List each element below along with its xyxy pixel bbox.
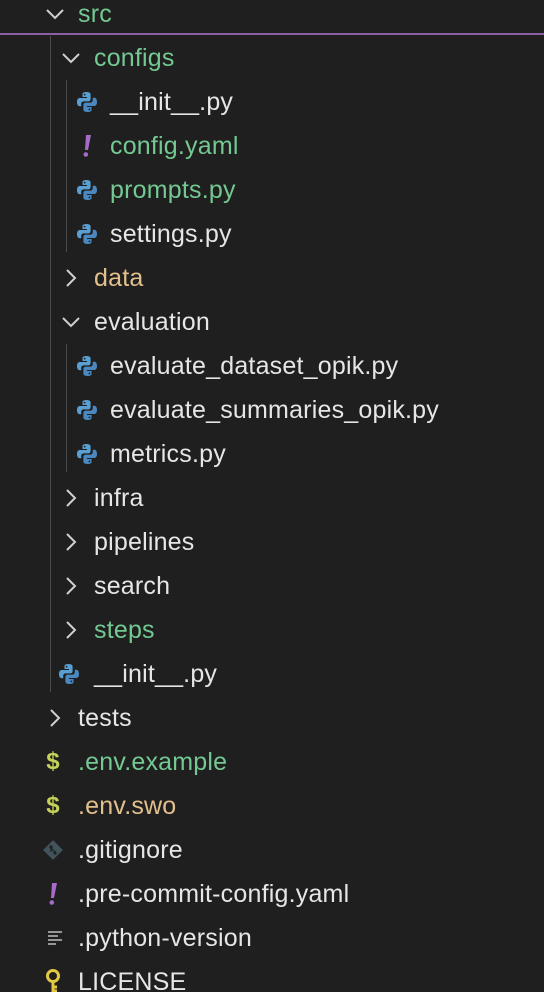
dollar-icon: $ bbox=[46, 792, 60, 819]
python-icon bbox=[74, 438, 100, 470]
chevron-right-icon bbox=[58, 614, 84, 646]
chevron-right-icon bbox=[58, 526, 84, 558]
tree-label: .pre-commit-config.yaml bbox=[78, 879, 350, 908]
tree-file-src-init[interactable]: __init__.py bbox=[0, 652, 544, 696]
tree-label: steps bbox=[94, 615, 155, 644]
tree-label: pipelines bbox=[94, 527, 195, 556]
chevron-right-icon bbox=[58, 570, 84, 602]
tree-folder-pipelines[interactable]: pipelines bbox=[0, 520, 544, 564]
chevron-down-icon bbox=[58, 306, 84, 338]
tree-label: prompts.py bbox=[110, 175, 236, 204]
tree-folder-steps[interactable]: steps bbox=[0, 608, 544, 652]
tree-label: .env.example bbox=[78, 747, 228, 776]
chevron-right-icon bbox=[58, 482, 84, 514]
tree-file-evaluate-summaries[interactable]: evaluate_summaries_opik.py bbox=[0, 388, 544, 432]
python-icon bbox=[74, 394, 100, 426]
tree-folder-search[interactable]: search bbox=[0, 564, 544, 608]
python-icon bbox=[74, 350, 100, 382]
tree-folder-configs[interactable]: configs bbox=[0, 36, 544, 80]
tree-label: evaluation bbox=[94, 307, 210, 336]
tree-file-evaluate-dataset[interactable]: evaluate_dataset_opik.py bbox=[0, 344, 544, 388]
tree-file-gitignore[interactable]: .gitignore bbox=[0, 828, 544, 872]
tree-label: __init__.py bbox=[94, 659, 218, 688]
python-icon bbox=[56, 658, 82, 690]
tree-folder-evaluation[interactable]: evaluation bbox=[0, 300, 544, 344]
tree-label: config.yaml bbox=[110, 131, 239, 160]
python-icon bbox=[74, 218, 100, 250]
tree-file-configs-init[interactable]: __init__.py bbox=[0, 80, 544, 124]
tree-file-config-yaml[interactable]: config.yaml bbox=[0, 124, 544, 168]
yaml-exclamation-icon bbox=[74, 130, 100, 162]
tree-file-license[interactable]: LICENSE bbox=[0, 960, 544, 992]
tree-label: settings.py bbox=[110, 219, 232, 248]
tree-file-metrics[interactable]: metrics.py bbox=[0, 432, 544, 476]
python-icon bbox=[74, 86, 100, 118]
chevron-down-icon bbox=[42, 0, 68, 30]
tree-folder-data[interactable]: data bbox=[0, 256, 544, 300]
chevron-right-icon bbox=[58, 262, 84, 294]
tree-folder-src[interactable]: src bbox=[0, 0, 544, 36]
tree-label: search bbox=[94, 571, 171, 600]
key-icon bbox=[40, 966, 66, 992]
dollar-icon: $ bbox=[46, 748, 60, 775]
tree-label: src bbox=[78, 0, 112, 28]
git-diamond-icon bbox=[40, 834, 66, 866]
tree-folder-tests[interactable]: tests bbox=[0, 696, 544, 740]
tree-file-prompts[interactable]: prompts.py bbox=[0, 168, 544, 212]
tree-label: .env.swo bbox=[78, 791, 177, 820]
yaml-exclamation-icon bbox=[40, 878, 66, 910]
tree-label: data bbox=[94, 263, 144, 292]
tree-label: evaluate_dataset_opik.py bbox=[110, 351, 399, 380]
tree-file-settings[interactable]: settings.py bbox=[0, 212, 544, 256]
lines-icon bbox=[42, 922, 68, 954]
tree-label: evaluate_summaries_opik.py bbox=[110, 395, 439, 424]
tree-label: tests bbox=[78, 703, 132, 732]
file-explorer: src configs __init__.py config.yaml prom… bbox=[0, 0, 544, 992]
tree-label: configs bbox=[94, 43, 175, 72]
tree-label: .python-version bbox=[78, 923, 252, 952]
python-icon bbox=[74, 174, 100, 206]
tree-file-python-version[interactable]: .python-version bbox=[0, 916, 544, 960]
tree-folder-infra[interactable]: infra bbox=[0, 476, 544, 520]
tree-file-env-example[interactable]: $ .env.example bbox=[0, 740, 544, 784]
tree-file-precommit[interactable]: .pre-commit-config.yaml bbox=[0, 872, 544, 916]
tree-label: __init__.py bbox=[110, 87, 234, 116]
chevron-right-icon bbox=[42, 702, 68, 734]
chevron-down-icon bbox=[58, 42, 84, 74]
tree-label: metrics.py bbox=[110, 439, 226, 468]
tree-file-env-swo[interactable]: $ .env.swo bbox=[0, 784, 544, 828]
tree-label: LICENSE bbox=[78, 967, 187, 992]
tree-label: .gitignore bbox=[78, 835, 183, 864]
tree-label: infra bbox=[94, 483, 144, 512]
